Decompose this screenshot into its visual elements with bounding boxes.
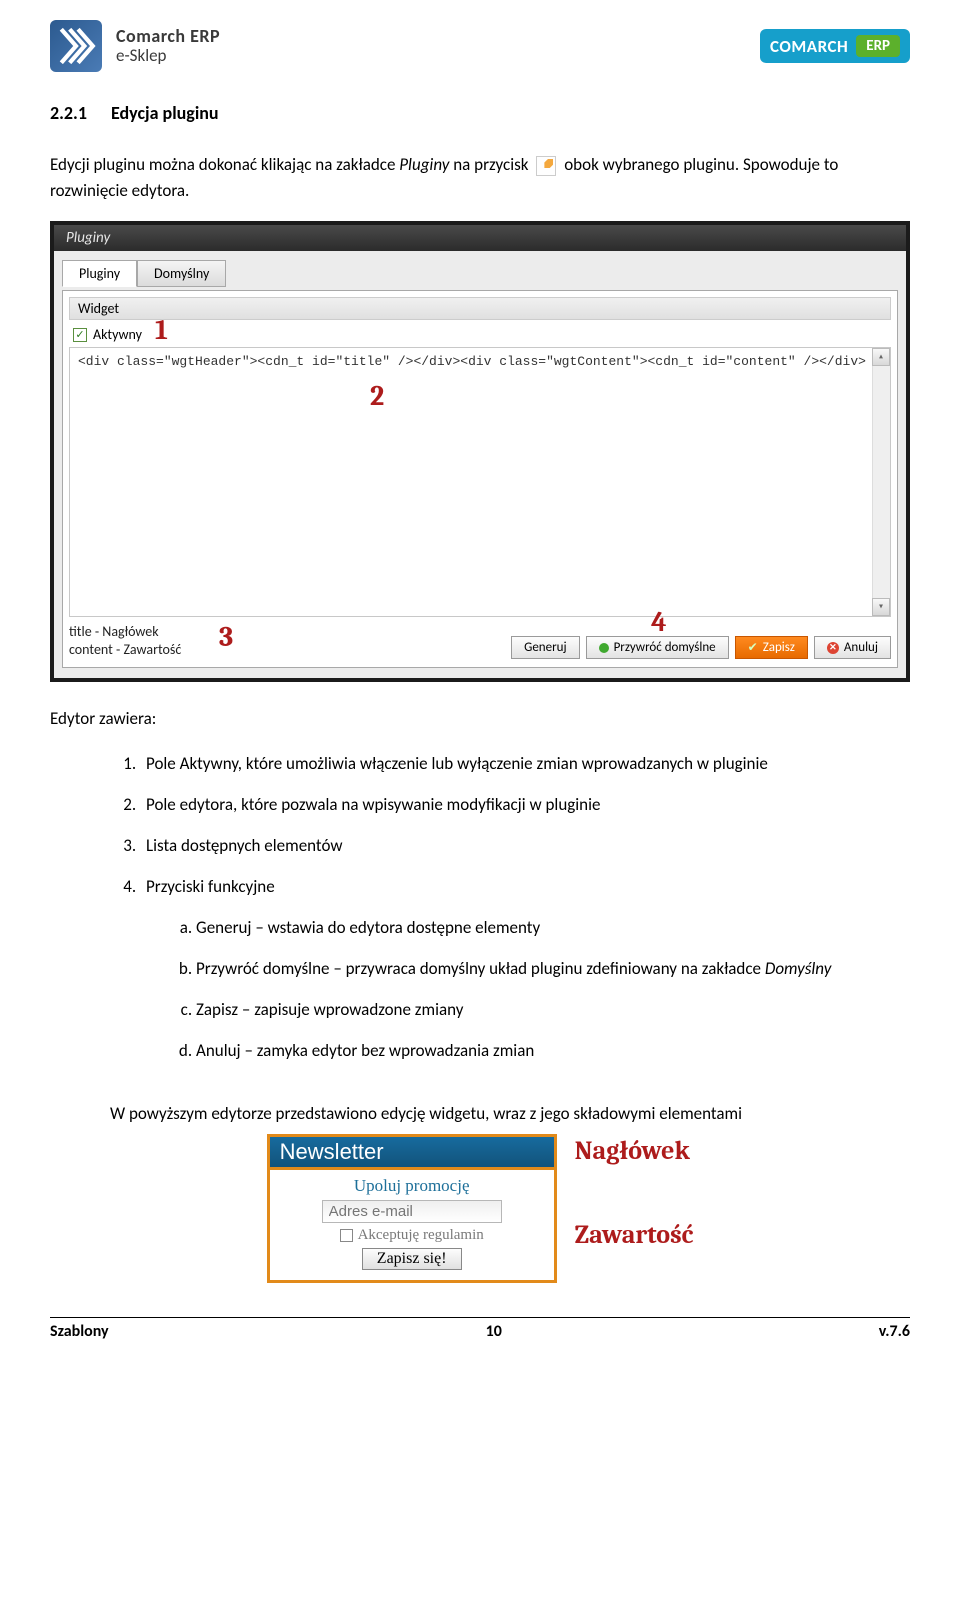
footer-left: Szablony — [50, 1322, 109, 1341]
widget-line1: Upoluj promocję — [270, 1176, 554, 1196]
sub-b-em: Domyślny — [765, 958, 831, 979]
przywroc-button[interactable]: Przywróć domyślne — [586, 636, 729, 659]
footer-right: v.7.6 — [879, 1322, 910, 1341]
sub-b-pre: Przywróć domyślne – przywraca domyślny u… — [196, 958, 765, 979]
list-item-2: Pole edytora, które pozwala na wpisywani… — [140, 784, 910, 825]
editor-footer-row: title - Nagłówek content - Zawartość 3 4… — [69, 623, 891, 659]
code-text: <div class="wgtHeader"><cdn_t id="title"… — [78, 354, 866, 369]
widget-header: Newsletter — [267, 1134, 557, 1170]
logo-left: Comarch ERP e-Sklep — [50, 20, 220, 72]
generuj-label: Generuj — [524, 640, 566, 655]
sub-item-b: Przywróć domyślne – przywraca domyślny u… — [196, 948, 910, 989]
list-item-4-text: Przyciski funkcyjne — [146, 876, 275, 897]
summary-text: W powyższym edytorze przedstawiono edycj… — [110, 1103, 910, 1124]
section-heading: 2.2.1 Edycja pluginu — [50, 102, 910, 124]
editor-screenshot: Pluginy Pluginy Domyślny Widget ✓ Aktywn… — [50, 221, 910, 682]
list-item-1: Pole Aktywny, które umożliwia włączenie … — [140, 743, 910, 784]
cancel-dot-icon: ✕ — [827, 642, 839, 654]
editor-body: Pluginy Domyślny Widget ✓ Aktywny 1 <div… — [54, 251, 906, 678]
footer-center: 10 — [486, 1322, 502, 1341]
editor-window-title: Pluginy — [54, 225, 906, 251]
section-number: 2.2.1 — [50, 102, 87, 124]
intro-text-2: na przycisk — [449, 154, 532, 175]
anuluj-label: Anuluj — [844, 640, 878, 655]
widget-content: Upoluj promocję Akceptuję regulamin Zapi… — [267, 1170, 557, 1283]
zapisz-button[interactable]: ✔ Zapisz — [735, 636, 808, 659]
logo-text: Comarch ERP e-Sklep — [116, 27, 220, 65]
annotation-3: 3 — [219, 619, 233, 655]
list-item-3: Lista dostępnych elementów — [140, 825, 910, 866]
legend-line-2: content - Zawartość — [69, 641, 181, 659]
tab-pluginy[interactable]: Pluginy — [62, 260, 137, 287]
logo-main-text: Comarch ERP — [116, 27, 220, 47]
anuluj-button[interactable]: ✕ Anuluj — [814, 636, 891, 659]
comarch-logo-icon — [50, 20, 102, 72]
annotation-2: 2 — [370, 380, 384, 412]
code-editor[interactable]: <div class="wgtHeader"><cdn_t id="title"… — [69, 347, 891, 617]
intro-pluginy-word: Pluginy — [399, 154, 449, 175]
widget-preview: Newsletter Upoluj promocję Akceptuję reg… — [50, 1134, 910, 1283]
aktywny-label: Aktywny — [93, 326, 142, 343]
widget-box: Newsletter Upoluj promocję Akceptuję reg… — [267, 1134, 557, 1283]
scroll-down-icon[interactable]: ▾ — [872, 598, 890, 616]
aktywny-row: ✓ Aktywny 1 — [69, 324, 891, 345]
button-row: 4 Generuj Przywróć domyślne ✔Zapisz ✕Anu… — [511, 636, 891, 659]
scroll-up-icon[interactable]: ▴ — [872, 348, 890, 366]
editor-panel: Widget ✓ Aktywny 1 <div class="wgtHeader… — [62, 290, 898, 668]
sub-list: Generuj – wstawia do edytora dostępne el… — [146, 907, 910, 1071]
przywroc-label: Przywróć domyślne — [614, 640, 716, 655]
tabs-row: Pluginy Domyślny — [62, 259, 898, 286]
badge-main-text: COMARCH — [770, 36, 848, 57]
side-label-header: Nagłówek — [575, 1136, 694, 1166]
annotation-4: 4 — [651, 606, 666, 638]
sub-item-a: Generuj – wstawia do edytora dostępne el… — [196, 907, 910, 948]
restore-dot-icon — [599, 643, 609, 653]
edit-icon — [536, 156, 556, 176]
footer-legend: title - Nagłówek content - Zawartość 3 — [69, 623, 181, 659]
widget-chk-label: Akceptuję regulamin — [358, 1227, 484, 1244]
scrollbar[interactable]: ▴ ▾ — [872, 348, 890, 616]
main-list: Pole Aktywny, które umożliwia włączenie … — [50, 743, 910, 1081]
intro-text-1: Edycji pluginu można dokonać klikając na… — [50, 154, 399, 175]
list-intro: Edytor zawiera: — [50, 708, 910, 729]
list-item-4: Przyciski funkcyjne Generuj – wstawia do… — [140, 866, 910, 1081]
aktywny-checkbox[interactable]: ✓ — [73, 328, 87, 342]
tab-domyslny[interactable]: Domyślny — [137, 260, 226, 287]
badge-right: COMARCH ERP — [760, 29, 910, 63]
annotation-1: 1 — [155, 314, 168, 346]
side-labels: Nagłówek Zawartość — [575, 1134, 694, 1250]
widget-email-input[interactable] — [322, 1200, 502, 1223]
widget-submit-button[interactable]: Zapisz się! — [362, 1248, 462, 1270]
intro-paragraph: Edycji pluginu można dokonać klikając na… — [50, 152, 910, 203]
generuj-button[interactable]: Generuj — [511, 636, 579, 659]
check-icon: ✔ — [748, 640, 758, 655]
legend-line-1: title - Nagłówek — [69, 623, 181, 641]
page-footer: Szablony 10 v.7.6 — [50, 1317, 910, 1341]
widget-checkbox[interactable] — [340, 1229, 353, 1242]
sub-item-c: Zapisz – zapisuje wprowadzone zmiany — [196, 989, 910, 1030]
doc-header: Comarch ERP e-Sklep COMARCH ERP — [50, 20, 910, 72]
fieldset-label: Widget — [69, 297, 891, 320]
sub-item-d: Anuluj – zamyka edytor bez wprowadzania … — [196, 1030, 910, 1071]
zapisz-label: Zapisz — [763, 640, 795, 655]
badge-erp-text: ERP — [856, 35, 900, 57]
logo-sub-text: e-Sklep — [116, 47, 220, 66]
side-label-content: Zawartość — [575, 1220, 694, 1250]
section-title: Edycja pluginu — [111, 102, 219, 124]
widget-chk-row: Akceptuję regulamin — [270, 1227, 554, 1244]
